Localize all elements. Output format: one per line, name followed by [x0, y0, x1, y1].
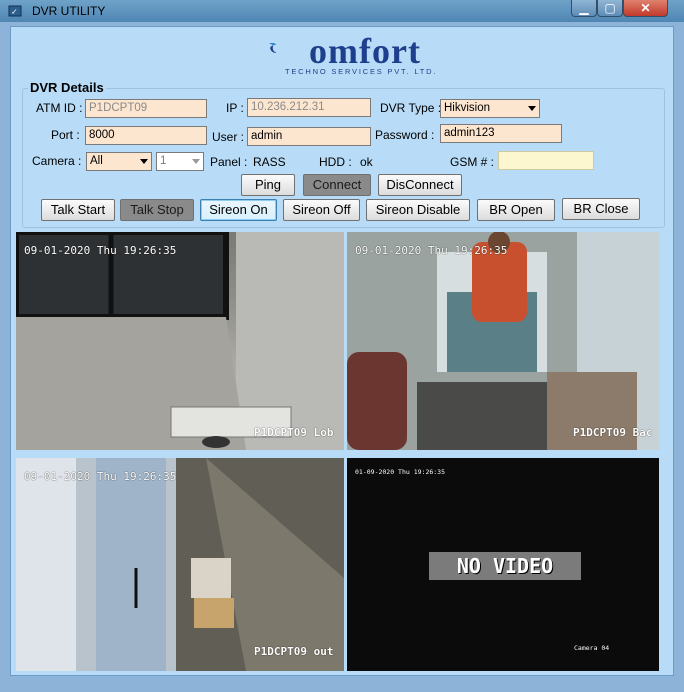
title-bar: ✓ DVR UTILITY ▁ ▢ ✕	[0, 0, 684, 22]
dvr-type-select[interactable]: Hikvision	[440, 99, 540, 118]
gsm-field[interactable]	[498, 151, 594, 170]
port-field[interactable]: 8000	[85, 126, 207, 145]
camera-3-timestamp: 09-01-2020 Thu 19:26:35	[24, 470, 177, 483]
hdd-label: HDD :	[319, 155, 352, 169]
camera-2-timestamp: 09-01-2020 Thu 19:26:35	[355, 244, 508, 257]
dvr-type-value: Hikvision	[444, 102, 491, 114]
chevron-down-icon	[528, 106, 536, 111]
app-icon: ✓	[8, 5, 22, 17]
sireon-off-button[interactable]: Sireon Off	[283, 199, 360, 221]
gsm-label: GSM # :	[450, 155, 495, 169]
channel-value: 1	[160, 155, 167, 167]
minimize-button[interactable]: ▁	[571, 0, 597, 17]
port-label: Port :	[51, 128, 80, 142]
br-close-button[interactable]: BR Close	[562, 198, 640, 220]
hdd-value: ok	[360, 155, 373, 169]
camera-2-scene	[347, 232, 659, 450]
user-label: User :	[212, 130, 245, 144]
talk-stop-button[interactable]: Talk Stop	[120, 199, 194, 221]
password-field[interactable]: admin123	[440, 124, 562, 143]
camera-1-scene	[16, 232, 344, 450]
panel-value: RASS	[253, 155, 286, 169]
camera-view-4[interactable]: 01-09-2020 Thu 19:26:35 NO VIDEO Camera …	[347, 458, 659, 671]
window-title: DVR UTILITY	[32, 4, 106, 18]
camera-4-timestamp: 01-09-2020 Thu 19:26:35	[355, 468, 446, 476]
sireon-disable-button[interactable]: Sireon Disable	[366, 199, 470, 221]
svg-text:✓: ✓	[11, 8, 18, 17]
sireon-on-button[interactable]: Sireon On	[200, 199, 277, 221]
camera-select[interactable]: All	[86, 152, 152, 171]
camera-view-1[interactable]: 09-01-2020 Thu 19:26:35 P1DCPT09 Lob	[16, 232, 344, 450]
chevron-down-icon	[140, 159, 148, 164]
camera-3-name: P1DCPT09 out	[254, 645, 334, 658]
user-field[interactable]: admin	[247, 127, 371, 146]
br-open-button[interactable]: BR Open	[477, 199, 555, 221]
maximize-button[interactable]: ▢	[597, 0, 623, 17]
atm-id-label: ATM ID :	[36, 101, 83, 115]
channel-select[interactable]: 1	[156, 152, 204, 171]
dvr-details-title: DVR Details	[28, 80, 106, 95]
disconnect-button[interactable]: DisConnect	[378, 174, 462, 196]
connect-button[interactable]: Connect	[303, 174, 371, 196]
logo-brand: omfort	[309, 31, 421, 71]
camera-3-scene	[16, 458, 344, 671]
no-video-label: NO VIDEO	[429, 552, 581, 580]
ping-button[interactable]: Ping	[241, 174, 295, 196]
comfort-logo-icon	[269, 42, 277, 53]
dvr-type-label: DVR Type :	[380, 101, 442, 115]
atm-id-field[interactable]: P1DCPT09	[85, 99, 207, 118]
talk-start-button[interactable]: Talk Start	[41, 199, 115, 221]
camera-view-2[interactable]: 09-01-2020 Thu 19:26:35 P1DCPT09 Bac	[347, 232, 659, 450]
camera-1-timestamp: 09-01-2020 Thu 19:26:35	[24, 244, 177, 257]
camera-4-channel: Camera 04	[574, 644, 610, 652]
ip-field[interactable]: 10.236.212.31	[247, 98, 371, 117]
camera-value: All	[90, 155, 103, 167]
logo-tagline: TECHNO SERVICES PVT. LTD.	[285, 67, 438, 76]
camera-1-name: P1DCPT09 Lob	[254, 426, 334, 439]
password-label: Password :	[375, 128, 435, 142]
panel-label: Panel :	[210, 155, 248, 169]
chevron-down-icon	[192, 159, 200, 164]
close-button[interactable]: ✕	[623, 0, 668, 17]
camera-2-name: P1DCPT09 Bac	[573, 426, 653, 439]
camera-view-3[interactable]: 09-01-2020 Thu 19:26:35 P1DCPT09 out	[16, 458, 344, 671]
ip-label: IP :	[226, 101, 244, 115]
camera-label: Camera :	[32, 154, 82, 168]
